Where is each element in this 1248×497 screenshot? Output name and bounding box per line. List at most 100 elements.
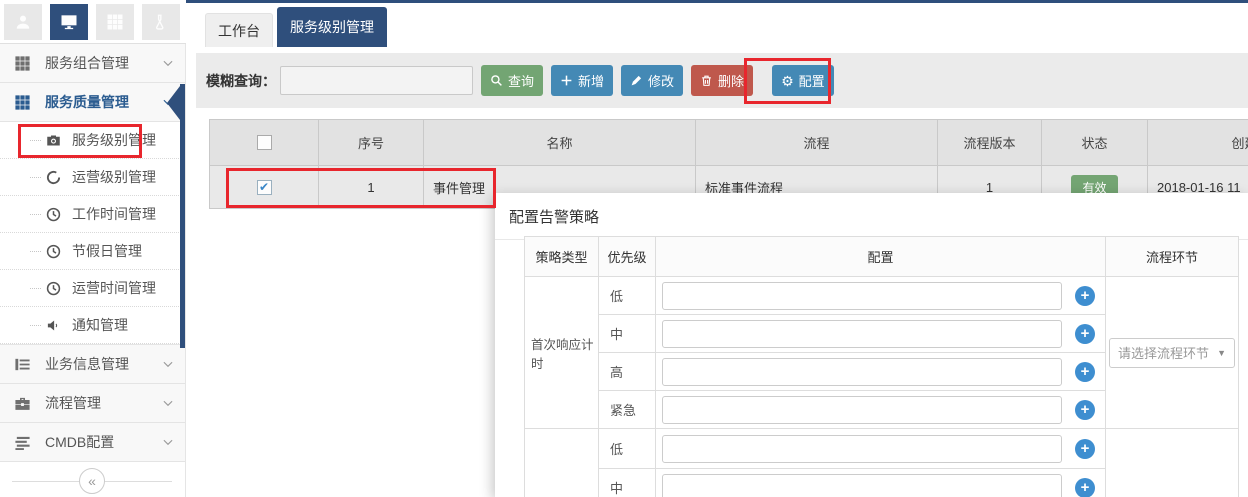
- sidebar-item-label: 服务质量管理: [45, 92, 129, 112]
- plus-icon: +: [1081, 364, 1090, 379]
- alert-policy-modal: 配置告警策略 策略类型 优先级 配置 流程环节 首次响应计时 低 + 请选择流程…: [495, 193, 1248, 497]
- config-cell: +: [656, 277, 1106, 315]
- clock-icon: [46, 281, 61, 296]
- config-input-high[interactable]: [662, 358, 1062, 386]
- sidebar-item-label: 运营级别管理: [72, 167, 156, 187]
- add-config-button[interactable]: +: [1075, 439, 1095, 459]
- column-header: 流程环节: [1106, 237, 1239, 277]
- sidebar-item-operation-time[interactable]: 运营时间管理: [0, 270, 185, 307]
- chevron-down-icon: [161, 435, 175, 449]
- column-header: 状态: [1042, 120, 1148, 166]
- sidebar-item-holiday[interactable]: 节假日管理: [0, 233, 185, 270]
- app-grid-icon-button[interactable]: [96, 4, 134, 40]
- config-input-medium-2[interactable]: [662, 474, 1062, 497]
- list-icon: [14, 356, 31, 373]
- plus-icon: +: [1081, 288, 1090, 303]
- priority-label: 高: [599, 353, 656, 391]
- row-checkbox[interactable]: ✔: [257, 180, 272, 195]
- quick-icon-bar: [0, 0, 186, 44]
- sidebar-item-label: 服务级别管理: [72, 130, 156, 150]
- briefcase-icon: [14, 395, 31, 412]
- delete-button[interactable]: 删除: [691, 65, 753, 96]
- button-label: 查询: [508, 71, 534, 90]
- sidebar-item-cmdb-config[interactable]: CMDB配置: [0, 423, 185, 462]
- process-stage-cell: [1106, 429, 1239, 497]
- button-label: 配置: [799, 71, 825, 90]
- cell-seq: 1: [319, 166, 424, 209]
- config-button[interactable]: ⚙ 配置: [772, 65, 834, 96]
- app-grid-icon: [106, 13, 124, 31]
- priority-label: 低: [599, 277, 656, 315]
- config-cell: +: [656, 391, 1106, 429]
- add-config-button[interactable]: +: [1075, 400, 1095, 420]
- active-section-arrow: [167, 86, 180, 120]
- sidebar-item-operation-level[interactable]: 运营级别管理: [0, 159, 185, 196]
- add-config-button[interactable]: +: [1075, 478, 1095, 497]
- clock-icon: [46, 244, 61, 259]
- priority-label: 紧急: [599, 391, 656, 429]
- config-cell: +: [656, 315, 1106, 353]
- broken-circle-icon: [46, 170, 61, 185]
- button-label: 删除: [718, 71, 744, 90]
- config-input-low-2[interactable]: [662, 435, 1062, 463]
- modal-header-row: 策略类型 优先级 配置 流程环节: [525, 237, 1239, 277]
- column-header: 名称: [424, 120, 696, 166]
- config-cell: +: [656, 353, 1106, 391]
- add-button[interactable]: 新增: [551, 65, 613, 96]
- plus-icon: +: [1081, 402, 1090, 417]
- priority-label: 中: [599, 315, 656, 353]
- edit-button[interactable]: 修改: [621, 65, 683, 96]
- sidebar-item-service-portfolio[interactable]: 服务组合管理: [0, 44, 185, 83]
- add-config-button[interactable]: +: [1075, 286, 1095, 306]
- sidebar-item-label: 运营时间管理: [72, 278, 156, 298]
- trash-icon: [700, 74, 713, 87]
- column-header: 策略类型: [525, 237, 599, 277]
- plus-icon: +: [1081, 480, 1090, 495]
- process-stage-select[interactable]: 请选择流程环节 ▼: [1109, 338, 1235, 368]
- sidebar-item-process-mgmt[interactable]: 流程管理: [0, 384, 185, 423]
- table-header-row: 序号 名称 流程 流程版本 状态 创建时间: [210, 120, 1248, 166]
- select-all-checkbox[interactable]: [257, 135, 272, 150]
- select-placeholder: 请选择流程环节: [1118, 343, 1209, 362]
- tab-label: 工作台: [218, 23, 260, 39]
- sidebar-item-label: 业务信息管理: [45, 354, 129, 374]
- add-config-button[interactable]: +: [1075, 324, 1095, 344]
- config-cell: +: [656, 429, 1106, 469]
- add-config-button[interactable]: +: [1075, 362, 1095, 382]
- search-icon: [490, 74, 503, 87]
- query-button[interactable]: 查询: [481, 65, 543, 96]
- sidebar-item-label: 工作时间管理: [72, 204, 156, 224]
- sidebar-collapse: «: [0, 467, 184, 495]
- sidebar-item-service-quality[interactable]: 服务质量管理: [0, 83, 185, 122]
- tab-label: 服务级别管理: [290, 19, 374, 35]
- priority-label: 中: [599, 469, 656, 497]
- flask-icon-button[interactable]: [142, 4, 180, 40]
- sidebar-item-work-time[interactable]: 工作时间管理: [0, 196, 185, 233]
- sidebar: 服务组合管理 服务质量管理 服务级别管理 运营级别管理: [0, 44, 186, 497]
- flask-icon: [152, 13, 170, 31]
- search-input[interactable]: [280, 66, 473, 95]
- check-icon: ✔: [259, 180, 269, 194]
- gear-icon: ⚙: [781, 74, 794, 88]
- tab-workbench[interactable]: 工作台: [205, 13, 273, 47]
- config-input-low[interactable]: [662, 282, 1062, 310]
- sidebar-item-notification[interactable]: 通知管理: [0, 307, 185, 344]
- collapse-sidebar-button[interactable]: «: [79, 468, 105, 494]
- sidebar-item-business-info[interactable]: 业务信息管理: [0, 345, 185, 384]
- policy-row: 首次响应计时 低 + 请选择流程环节 ▼: [525, 277, 1239, 315]
- monitor-icon-button[interactable]: [50, 4, 88, 40]
- config-input-medium[interactable]: [662, 320, 1062, 348]
- user-icon: [13, 12, 33, 32]
- column-header: 优先级: [599, 237, 656, 277]
- row-checkbox-cell: ✔: [210, 166, 319, 209]
- sidebar-item-service-level[interactable]: 服务级别管理: [0, 122, 185, 159]
- column-header: 序号: [319, 120, 424, 166]
- user-icon-button[interactable]: [4, 4, 42, 40]
- tab-service-level[interactable]: 服务级别管理: [277, 7, 387, 47]
- plus-icon: [560, 74, 573, 87]
- policy-type-cell: 首次响应计时: [525, 277, 599, 429]
- config-input-urgent[interactable]: [662, 396, 1062, 424]
- sidebar-item-label: CMDB配置: [45, 432, 114, 452]
- sidebar-item-label: 服务组合管理: [45, 53, 129, 73]
- header-checkbox-cell: [210, 120, 319, 166]
